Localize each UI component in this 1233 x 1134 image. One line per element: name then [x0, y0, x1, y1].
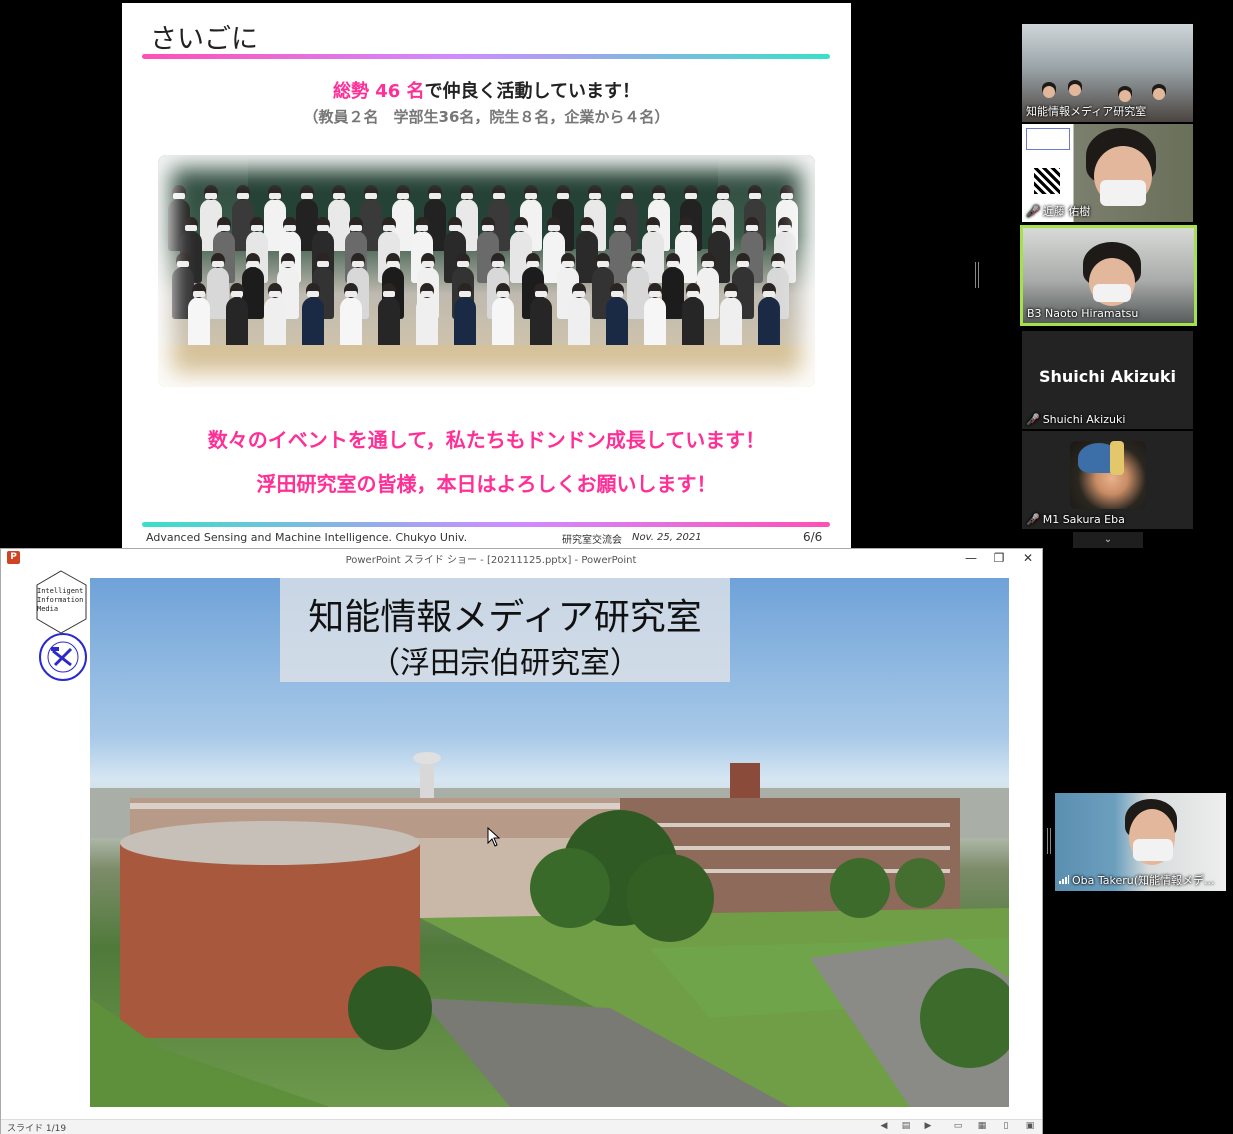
- video-tile-oba[interactable]: Oba Takeru(知能情報メデ...: [1055, 793, 1226, 891]
- prev-icon[interactable]: ◀: [877, 1121, 891, 1133]
- participant-name: 近藤 佑樹: [1042, 205, 1091, 218]
- powerpoint-window: P PowerPoint スライド ショー - [20211125.pptx] …: [0, 548, 1043, 1134]
- next-icon[interactable]: ▶: [921, 1121, 935, 1133]
- reading-view-icon[interactable]: ▯: [999, 1121, 1013, 1133]
- slide-title-line-2: （浮田宗伯研究室）: [370, 646, 640, 681]
- profile-picture: [1070, 441, 1146, 509]
- headline-count: 総勢 46 名: [332, 81, 425, 102]
- participant-name: 知能情報メディア研究室: [1026, 105, 1147, 118]
- notes-icon[interactable]: ▤: [899, 1121, 913, 1133]
- signal-strength-icon: [1059, 874, 1069, 887]
- minimize-button[interactable]: —: [957, 549, 985, 567]
- mic-muted-icon: 🎤̸: [1026, 205, 1040, 218]
- shared-screen-slide: さいごに 総勢 46 名で仲良く活動しています！ （教員２名 学部生36名，院生…: [122, 3, 851, 548]
- window-title: PowerPoint スライド ショー - [20211125.pptx] - …: [345, 555, 637, 566]
- participant-name: Shuichi Akizuki: [1042, 413, 1126, 426]
- slide-sorter-icon[interactable]: ▦: [975, 1121, 989, 1133]
- video-tile-kondo[interactable]: 🎤̸ 近藤 佑樹: [1022, 124, 1193, 222]
- chevron-down-icon[interactable]: ⌄: [1073, 532, 1143, 548]
- mouse-cursor-icon: [487, 827, 501, 847]
- university-emblem: [39, 633, 87, 681]
- slide-message-2: 浮田研究室の皆様，本日はよろしくお願いします！: [256, 472, 717, 496]
- participant-display-name: Shuichi Akizuki: [1038, 367, 1177, 386]
- slide-title-box: 知能情報メディア研究室 （浮田宗伯研究室）: [280, 578, 730, 682]
- slide-subline: （教員２名 学部生36名，院生８名，企業から４名）: [303, 108, 670, 126]
- close-button[interactable]: ✕: [1014, 549, 1042, 567]
- poster-logo: [1026, 128, 1070, 150]
- participant-name: M1 Sakura Eba: [1042, 513, 1125, 526]
- video-tile-eba[interactable]: 🎤̸ M1 Sakura Eba: [1022, 431, 1193, 529]
- slideshow-icon[interactable]: ▣: [1023, 1121, 1037, 1133]
- mic-muted-icon: 🎤̸: [1026, 513, 1040, 526]
- slide-counter: スライド 1/19: [7, 1124, 67, 1134]
- group-photo: [158, 155, 815, 387]
- splitter-handle[interactable]: [975, 262, 979, 288]
- logo-line-2: Information: [37, 596, 83, 604]
- slide-message-1: 数々のイベントを通して，私たちもドンドン成長しています！: [207, 428, 766, 452]
- lab-logo: Intelligent Information Media: [36, 570, 87, 634]
- headline-text: で仲良く活動しています！: [424, 81, 641, 102]
- window-titlebar[interactable]: P PowerPoint スライド ショー - [20211125.pptx] …: [1, 549, 1042, 567]
- restore-button[interactable]: ❐: [985, 549, 1013, 567]
- video-tile-lab[interactable]: 知能情報メディア研究室: [1022, 24, 1193, 122]
- slideshow-statusbar: スライド 1/19 ◀ ▤ ▶ ▭ ▦ ▯ ▣: [1, 1119, 1042, 1134]
- footer-page-number: 6/6: [803, 530, 823, 544]
- logo-line-3: Media: [37, 605, 58, 613]
- footer-affiliation: Advanced Sensing and Machine Intelligenc…: [146, 531, 468, 544]
- footer-date: Nov. 25, 2021: [632, 532, 702, 543]
- logo-line-1: Intelligent: [37, 587, 83, 595]
- video-tile-hiramatsu-active[interactable]: B3 Naoto Hiramatsu: [1020, 225, 1197, 326]
- normal-view-icon[interactable]: ▭: [951, 1121, 965, 1133]
- participant-name: Oba Takeru(知能情報メデ...: [1072, 874, 1215, 887]
- slide-headline: 総勢 46 名で仲良く活動しています！: [122, 77, 851, 103]
- footer-event: 研究室交流会: [562, 535, 622, 546]
- video-tile-akizuki[interactable]: Shuichi Akizuki 🎤̸ Shuichi Akizuki: [1022, 331, 1193, 429]
- title-divider: [142, 54, 830, 59]
- mic-muted-icon: 🎤̸: [1026, 413, 1040, 426]
- slide-title-line-1: 知能情報メディア研究室: [308, 597, 702, 638]
- slide-title: さいごに: [150, 24, 258, 55]
- qr-code: [1034, 168, 1060, 194]
- slideshow-stage[interactable]: Intelligent Information Media 知能情報メディア研究…: [1, 567, 1042, 1119]
- splitter-handle-lower[interactable]: [1047, 828, 1051, 854]
- participant-name: B3 Naoto Hiramatsu: [1027, 307, 1139, 320]
- footer-divider: [142, 522, 830, 527]
